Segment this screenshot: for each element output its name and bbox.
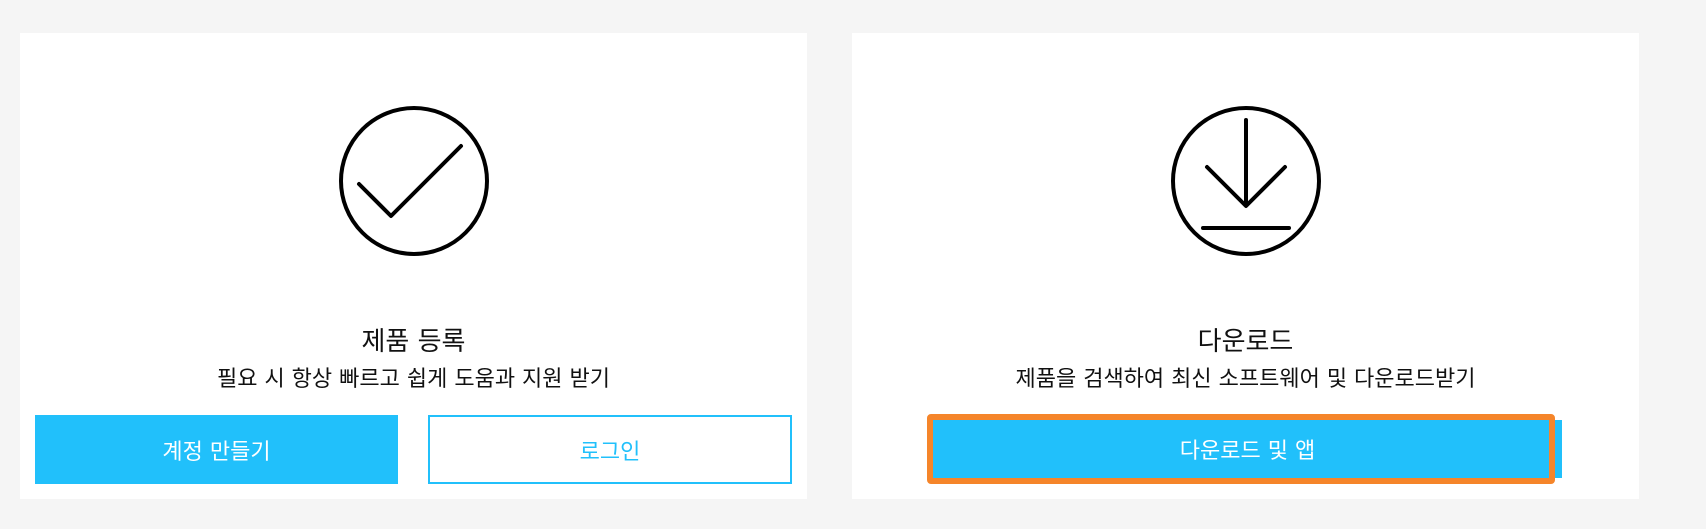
focus-highlight bbox=[927, 414, 1555, 484]
download-icon-container bbox=[852, 105, 1639, 257]
download-description: 제품을 검색하여 최신 소프트웨어 및 다운로드받기 bbox=[1015, 367, 1476, 392]
download-title: 다운로드 bbox=[1197, 327, 1294, 357]
create-account-button[interactable]: 계정 만들기 bbox=[35, 415, 398, 484]
register-icon-container bbox=[20, 105, 807, 257]
register-product-card: 제품 등록 필요 시 항상 빠르고 쉽게 도움과 지원 받기 계정 만들기 로그… bbox=[20, 33, 807, 499]
support-page: 제품 등록 필요 시 항상 빠르고 쉽게 도움과 지원 받기 계정 만들기 로그… bbox=[0, 0, 1706, 529]
register-title: 제품 등록 bbox=[361, 327, 466, 357]
checkmark-circle-icon bbox=[338, 106, 489, 256]
download-circle-icon bbox=[1170, 106, 1321, 256]
login-button[interactable]: 로그인 bbox=[428, 415, 792, 484]
download-card: 다운로드 제품을 검색하여 최신 소프트웨어 및 다운로드받기 다운로드 및 앱 bbox=[852, 33, 1639, 499]
register-description: 필요 시 항상 빠르고 쉽게 도움과 지원 받기 bbox=[216, 367, 611, 392]
